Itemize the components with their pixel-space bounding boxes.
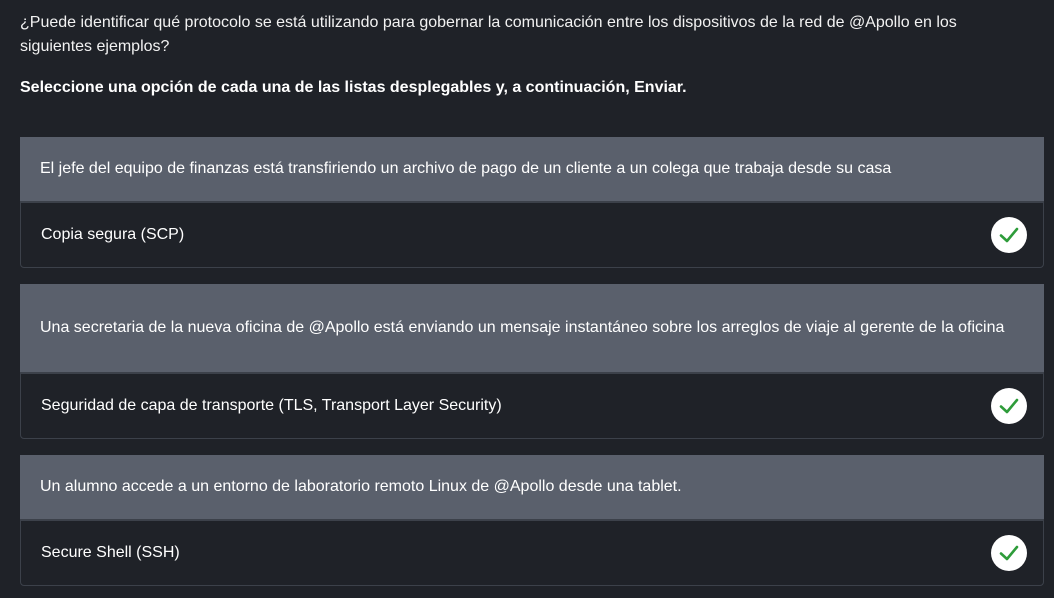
answer-dropdown[interactable]: Secure Shell (SSH)	[20, 519, 1044, 586]
question-block: El jefe del equipo de finanzas está tran…	[20, 137, 1044, 268]
instruction-text: Seleccione una opción de cada una de las…	[20, 79, 687, 96]
answer-selected-value: Secure Shell (SSH)	[41, 544, 180, 561]
check-icon	[991, 217, 1027, 253]
answer-selected-value: Seguridad de capa de transporte (TLS, Tr…	[41, 397, 502, 414]
question-prompt: El jefe del equipo de finanzas está tran…	[20, 137, 1044, 201]
answer-dropdown[interactable]: Copia segura (SCP)	[20, 201, 1044, 268]
question-block: Un alumno accede a un entorno de laborat…	[20, 455, 1044, 586]
intro-text: ¿Puede identificar qué protocolo se está…	[20, 14, 957, 55]
check-icon	[991, 535, 1027, 571]
question-prompt: Una secretaria de la nueva oficina de @A…	[20, 284, 1044, 372]
answer-dropdown[interactable]: Seguridad de capa de transporte (TLS, Tr…	[20, 372, 1044, 439]
answer-selected-value: Copia segura (SCP)	[41, 226, 185, 243]
check-icon	[991, 388, 1027, 424]
question-prompt: Un alumno accede a un entorno de laborat…	[20, 455, 1044, 519]
question-block: Una secretaria de la nueva oficina de @A…	[20, 284, 1044, 439]
